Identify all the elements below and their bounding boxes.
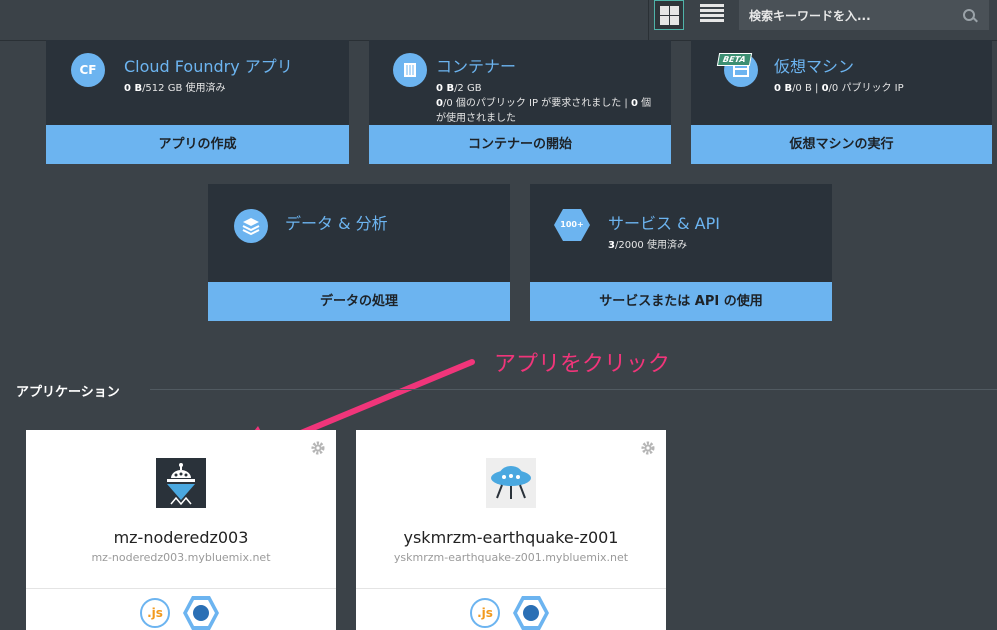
run-vm-button[interactable]: 仮想マシンの実行 <box>691 125 992 164</box>
tile-usage: 0 B/2 GB 0/0 個のパブリック IP が要求されました | 0 個 が… <box>436 81 668 126</box>
usage-limit: /2 GB <box>454 83 482 94</box>
ip-used-value: 0 <box>630 98 638 109</box>
tile-usage: 0 B/0 B | 0/0 パブリック IP <box>774 81 904 96</box>
tile-data-analytics: データ & 分析 データの処理 <box>208 184 510 321</box>
ip-used-unit: 個 <box>637 98 652 109</box>
nodejs-runtime-badge: .js <box>140 598 170 628</box>
tile-usage: 3/2000 使用済み <box>608 238 687 253</box>
grid-view-icon <box>660 6 669 15</box>
service-badge-dot <box>193 605 209 621</box>
tile-services-api: 100+ サービス & API 3/2000 使用済み サービスまたは API … <box>530 184 832 321</box>
ip-used-text: が使用されました <box>436 113 516 124</box>
create-app-button[interactable]: アプリの作成 <box>46 125 349 164</box>
container-icon <box>393 53 427 87</box>
grid-view-icon-cell <box>660 16 669 25</box>
tile-containers: コンテナー 0 B/2 GB 0/0 個のパブリック IP が要求されました |… <box>369 40 671 164</box>
usage-limit: /2000 使用済み <box>614 240 687 251</box>
list-view-icon-line <box>700 19 724 22</box>
process-data-button[interactable]: データの処理 <box>208 282 510 321</box>
cloud-foundry-icon: CF <box>71 53 105 87</box>
app-url[interactable]: mz-noderedz003.mybluemix.net <box>26 551 336 564</box>
toolbar-divider <box>648 0 649 40</box>
service-badge-icon <box>513 596 549 630</box>
search-input[interactable] <box>749 9 964 23</box>
ip-value: 0 <box>821 83 829 94</box>
beta-badge: BETA <box>716 53 752 66</box>
app-name[interactable]: mz-noderedz003 <box>26 528 336 547</box>
tile-title[interactable]: Cloud Foundry アプリ <box>124 53 293 77</box>
app-url[interactable]: yskmrzm-earthquake-z001.mybluemix.net <box>356 551 666 564</box>
list-view-icon-line <box>700 14 724 17</box>
app-card-mz-noderedz003[interactable]: mz-noderedz003 mz-noderedz003.mybluemix.… <box>26 430 336 630</box>
node-red-app-icon[interactable] <box>156 458 206 508</box>
annotation-text: アプリをクリック <box>494 352 671 377</box>
usage-limit: /512 GB 使用済み <box>142 83 226 94</box>
usage-value: 3 <box>608 240 615 251</box>
gear-icon[interactable] <box>640 440 656 456</box>
usage-limit: /0 B | <box>792 83 822 94</box>
list-view-button[interactable] <box>700 4 724 26</box>
tile-title[interactable]: データ & 分析 <box>285 210 388 234</box>
usage-value: 0 B <box>774 83 793 94</box>
tile-usage: 0 B/512 GB 使用済み <box>124 81 226 96</box>
ip-requested-text: /0 個のパブリック IP が要求されました | <box>442 98 631 109</box>
grid-view-icon-cell <box>670 6 679 15</box>
usage-value: 0 B <box>124 83 143 94</box>
card-divider <box>356 588 666 589</box>
tile-title[interactable]: 仮想マシン <box>774 53 854 77</box>
gear-icon[interactable] <box>310 440 326 456</box>
app-name[interactable]: yskmrzm-earthquake-z001 <box>356 528 666 547</box>
tile-title[interactable]: サービス & API <box>608 210 720 234</box>
grid-view-button[interactable] <box>654 0 684 30</box>
tile-virtual-machines: BETA 仮想マシン 0 B/0 B | 0/0 パブリック IP 仮想マシンの… <box>691 40 992 164</box>
ufo-app-icon[interactable] <box>486 458 536 508</box>
nodejs-runtime-badge: .js <box>470 598 500 628</box>
applications-section-title: アプリケーション <box>16 385 120 400</box>
start-container-button[interactable]: コンテナーの開始 <box>369 125 671 164</box>
list-view-icon-line <box>700 9 724 12</box>
ip-requested-value: 0 <box>436 98 443 109</box>
use-services-button[interactable]: サービスまたは API の使用 <box>530 282 832 321</box>
service-badge-dot <box>523 605 539 621</box>
card-divider <box>26 588 336 589</box>
top-bar <box>0 0 997 41</box>
tile-title[interactable]: コンテナー <box>436 53 516 77</box>
search-box[interactable] <box>739 0 989 30</box>
app-card-yskmrzm-earthquake-z001[interactable]: yskmrzm-earthquake-z001 yskmrzm-earthqua… <box>356 430 666 630</box>
section-divider <box>150 389 997 390</box>
list-view-icon <box>700 4 724 7</box>
services-hex-icon: 100+ <box>554 209 590 241</box>
tile-cloud-foundry: CF Cloud Foundry アプリ 0 B/512 GB 使用済み アプリ… <box>46 40 349 164</box>
layers-icon <box>234 209 268 243</box>
usage-value: 0 B <box>436 83 455 94</box>
grid-view-icon-cell <box>670 16 679 25</box>
ip-limit: /0 パブリック IP <box>828 83 904 94</box>
search-icon[interactable] <box>963 9 975 21</box>
service-badge-icon <box>183 596 219 630</box>
